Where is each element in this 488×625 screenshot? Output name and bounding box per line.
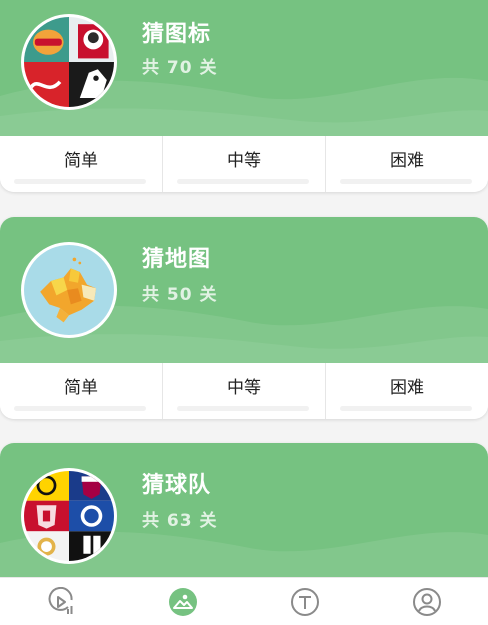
difficulty-label: 简单 bbox=[64, 378, 98, 398]
difficulty-medium-button[interactable]: 中等 bbox=[162, 363, 325, 419]
tab-text[interactable] bbox=[244, 578, 366, 625]
user-icon bbox=[413, 587, 441, 616]
tab-profile[interactable] bbox=[366, 578, 488, 625]
difficulty-hard-button[interactable]: 困难 bbox=[325, 363, 488, 419]
category-list[interactable]: 猜图标 共 70 关 简单 中等 困难 猜地图 共 50 关 简单 中等 困难 … bbox=[0, 0, 488, 577]
category-card-teams[interactable]: 猜球队 共 63 关 bbox=[0, 443, 488, 577]
image-icon bbox=[169, 587, 197, 616]
difficulty-easy-button[interactable]: 简单 bbox=[0, 363, 162, 419]
category-banner[interactable]: 猜图标 共 70 关 bbox=[0, 0, 488, 136]
difficulty-easy-button[interactable]: 简单 bbox=[0, 136, 162, 192]
level-count: 共 63 关 bbox=[142, 511, 218, 531]
category-card-maps[interactable]: 猜地图 共 50 关 简单 中等 困难 bbox=[0, 217, 488, 419]
category-banner[interactable]: 猜球队 共 63 关 bbox=[0, 443, 488, 577]
progress-bar bbox=[177, 179, 309, 184]
difficulty-label: 简单 bbox=[64, 151, 98, 171]
bottom-tab-bar bbox=[0, 577, 488, 625]
progress-bar bbox=[14, 179, 146, 184]
tab-play[interactable] bbox=[0, 578, 122, 625]
category-title: 猜地图 bbox=[142, 247, 212, 272]
progress-bar bbox=[340, 179, 472, 184]
category-card-logos[interactable]: 猜图标 共 70 关 简单 中等 困难 bbox=[0, 0, 488, 192]
progress-bar bbox=[177, 406, 309, 411]
category-title: 猜球队 bbox=[142, 473, 212, 498]
difficulty-label: 困难 bbox=[390, 151, 424, 171]
difficulty-label: 中等 bbox=[227, 151, 261, 171]
map-icon bbox=[21, 242, 117, 338]
difficulty-label: 困难 bbox=[390, 378, 424, 398]
text-icon bbox=[291, 587, 319, 616]
play-chart-icon bbox=[48, 586, 73, 614]
logo-collage-icon bbox=[21, 14, 117, 110]
progress-bar bbox=[14, 406, 146, 411]
category-title: 猜图标 bbox=[142, 22, 212, 47]
difficulty-medium-button[interactable]: 中等 bbox=[162, 136, 325, 192]
level-count: 共 70 关 bbox=[142, 58, 218, 78]
difficulty-options: 简单 中等 困难 bbox=[0, 136, 488, 192]
difficulty-label: 中等 bbox=[227, 378, 261, 398]
category-banner[interactable]: 猜地图 共 50 关 bbox=[0, 217, 488, 363]
tab-image[interactable] bbox=[122, 578, 244, 625]
football-badges-icon bbox=[21, 468, 117, 564]
level-count: 共 50 关 bbox=[142, 285, 218, 305]
progress-bar bbox=[340, 406, 472, 411]
difficulty-hard-button[interactable]: 困难 bbox=[325, 136, 488, 192]
difficulty-options: 简单 中等 困难 bbox=[0, 363, 488, 419]
